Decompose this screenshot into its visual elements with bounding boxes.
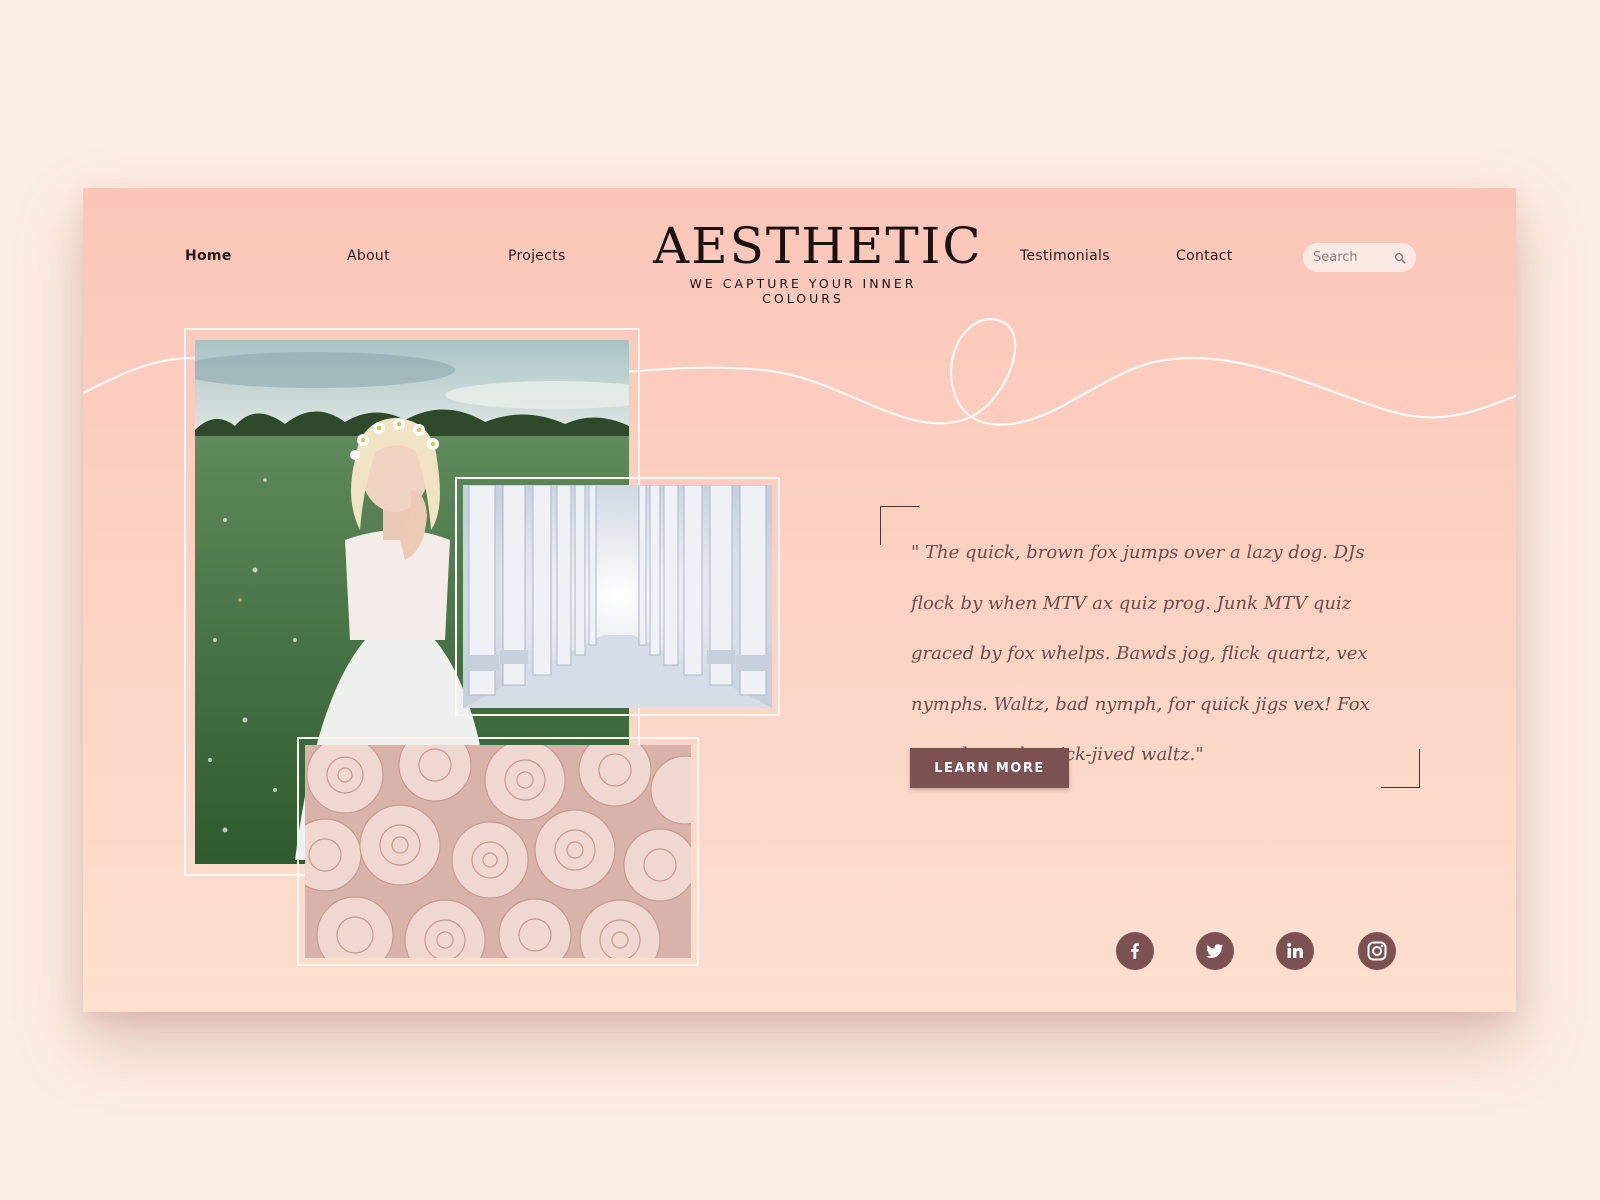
twitter-icon [1206,944,1224,958]
pink-roses-image [305,745,691,958]
hero-card: Home About Projects AESTHETIC WE CAPTURE… [83,188,1516,1012]
linkedin-icon [1287,942,1303,958]
instagram-icon [1367,941,1387,961]
brand-title: AESTHETIC [653,217,983,275]
instagram-button[interactable] [1358,932,1396,970]
linkedin-button[interactable] [1276,932,1314,970]
facebook-button[interactable] [1116,932,1154,970]
learn-more-button[interactable]: LEARN MORE [910,748,1069,788]
testimonial-quote-block: " The quick, brown fox jumps over a lazy… [880,506,1420,788]
brand-logo[interactable]: AESTHETIC WE CAPTURE YOUR INNER COLOURS [653,217,983,306]
twitter-button[interactable] [1196,932,1234,970]
nav-testimonials[interactable]: Testimonials [1020,248,1110,264]
search-input[interactable] [1313,250,1393,265]
nav-contact[interactable]: Contact [1176,248,1233,264]
nav-projects[interactable]: Projects [508,248,566,264]
quote-corner-bottom-right [1381,749,1420,788]
brand-tagline: WE CAPTURE YOUR INNER COLOURS [689,276,917,306]
quote-text: " The quick, brown fox jumps over a lazy… [911,542,1370,765]
white-columns-image [463,485,772,708]
search-icon[interactable] [1394,252,1406,264]
search-box[interactable] [1303,243,1416,272]
nav-home[interactable]: Home [185,248,232,264]
facebook-icon [1131,943,1139,959]
nav-about[interactable]: About [347,248,390,264]
